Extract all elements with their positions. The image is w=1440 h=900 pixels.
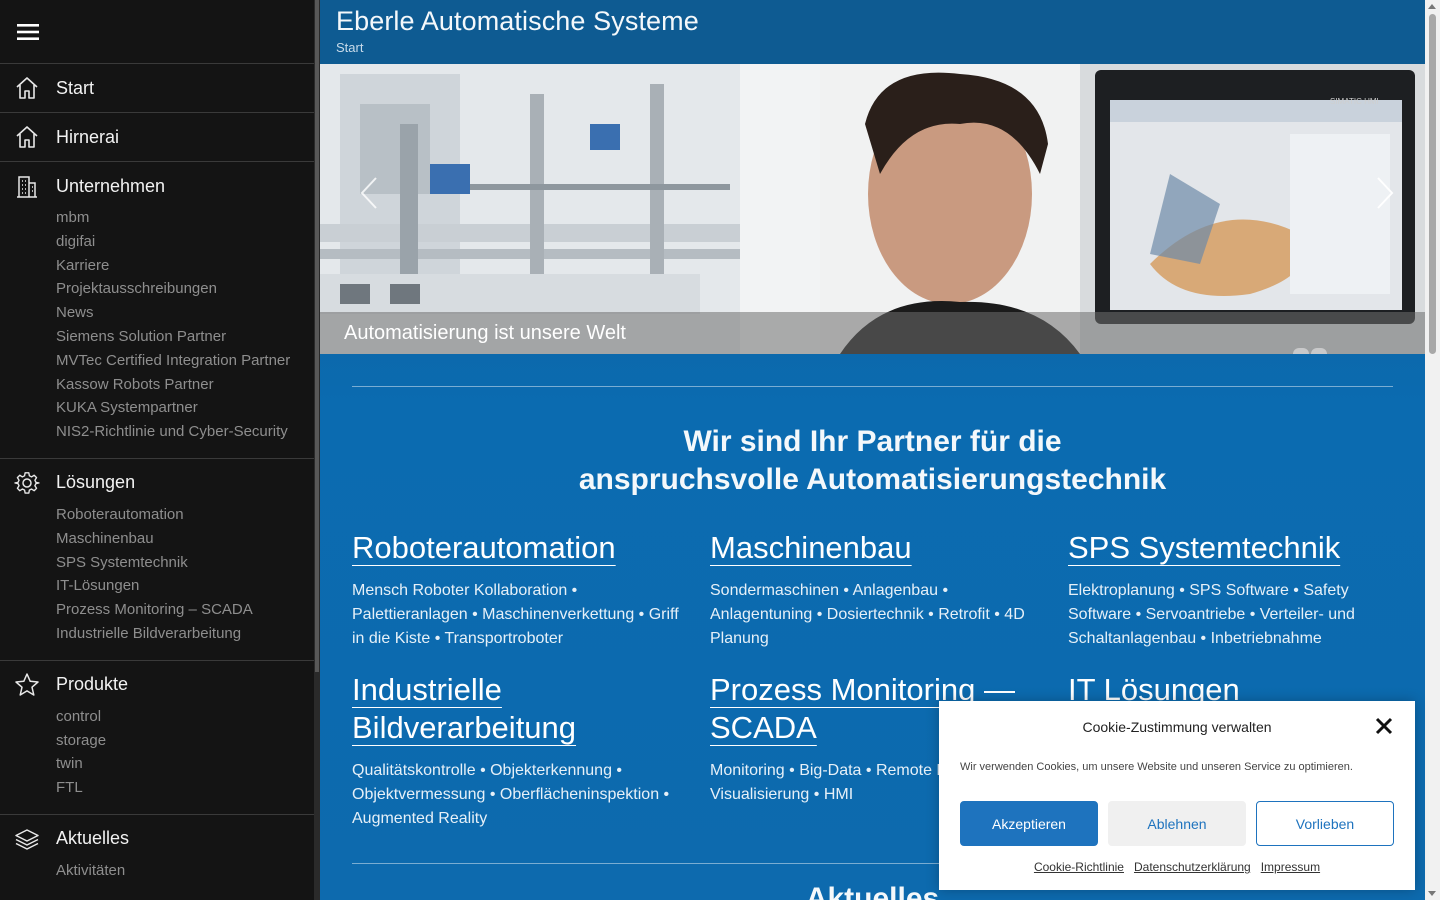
- subnav-item[interactable]: Aktivitäten: [56, 859, 320, 883]
- nav-section-unternehmen: Unternehmen mbm digifai Karriere Projekt…: [0, 162, 320, 459]
- page-scrollbar-thumb[interactable]: [1429, 14, 1436, 354]
- subnav-item[interactable]: News: [56, 301, 320, 325]
- nav-section-loesungen: Lösungen Roboterautomation Maschinenbau …: [0, 459, 320, 661]
- solution-card-title[interactable]: Industrielle Bildverarbeitung: [352, 672, 576, 745]
- solution-card-text: Qualitätskontrolle • Objekterkennung • O…: [352, 762, 670, 827]
- subnav-item[interactable]: Siemens Solution Partner: [56, 325, 320, 349]
- subnav-item[interactable]: SPS Systemtechnik: [56, 551, 320, 575]
- sidebar: Start Hirnerai Unternehmen mbm digifai K…: [0, 0, 320, 900]
- subnav-item[interactable]: MVTec Certified Integration Partner: [56, 349, 320, 373]
- menu-toggle-button[interactable]: [0, 0, 320, 64]
- cookie-links: Cookie-Richtlinie Datenschutzerklärung I…: [960, 860, 1394, 874]
- page-header: Eberle Automatische Systeme Start: [320, 0, 1425, 64]
- solution-card-title[interactable]: Maschinenbau: [710, 530, 912, 565]
- slider-dots: [1293, 348, 1327, 354]
- close-button[interactable]: [1375, 717, 1393, 735]
- privacy-policy-link[interactable]: Datenschutzerklärung: [1134, 860, 1251, 874]
- solution-card-title[interactable]: Roboterautomation: [352, 530, 616, 565]
- subnav-loesungen: Roboterautomation Maschinenbau SPS Syste…: [0, 503, 320, 660]
- subnav-item[interactable]: Karriere: [56, 254, 320, 278]
- nav-section-start: Start: [0, 64, 320, 113]
- cookie-consent-dialog: Cookie-Zustimmung verwalten Wir verwende…: [939, 701, 1415, 890]
- slider-next-button[interactable]: [1372, 176, 1396, 210]
- subnav-item[interactable]: Prozess Monitoring – SCADA: [56, 598, 320, 622]
- subnav-item[interactable]: FTL: [56, 776, 320, 800]
- subnav-item[interactable]: twin: [56, 752, 320, 776]
- subnav-item[interactable]: Maschinenbau: [56, 527, 320, 551]
- subnav-item[interactable]: mbm: [56, 206, 320, 230]
- gear-icon: [0, 470, 56, 496]
- close-icon: [1375, 717, 1393, 735]
- breadcrumb[interactable]: Start: [336, 40, 1409, 55]
- subnav-item[interactable]: control: [56, 705, 320, 729]
- solution-card: SPS Systemtechnik Elektroplanung • SPS S…: [1068, 529, 1394, 651]
- subnav-item[interactable]: Projektausschreibungen: [56, 277, 320, 301]
- nav-item-label: Hirnerai: [56, 126, 120, 147]
- nav-item-label: Aktuelles: [56, 828, 130, 849]
- hero-slider: SIMATIC HMI Automatisierung ist unsere W…: [320, 64, 1425, 354]
- cookie-dialog-text: Wir verwenden Cookies, um unsere Website…: [960, 761, 1353, 773]
- nav-item-label: Start: [56, 77, 95, 98]
- slider-dot[interactable]: [1293, 348, 1309, 354]
- nav-item-unternehmen[interactable]: Unternehmen: [0, 162, 320, 210]
- subnav-item[interactable]: Roboterautomation: [56, 503, 320, 527]
- home-icon: [0, 124, 56, 150]
- nav-section-aktuelles: Aktuelles Aktivitäten: [0, 815, 320, 897]
- site-title[interactable]: Eberle Automatische Systeme: [336, 4, 1409, 38]
- nav-section-produkte: Produkte control storage twin FTL: [0, 661, 320, 815]
- subnav-produkte: control storage twin FTL: [0, 705, 320, 814]
- deny-button[interactable]: Ablehnen: [1108, 801, 1246, 846]
- solution-card-text: Sondermaschinen • Anlagenbau • Anlagentu…: [710, 582, 1025, 647]
- scroll-down-icon[interactable]: [1428, 891, 1436, 896]
- nav-item-start[interactable]: Start: [0, 64, 320, 112]
- layers-icon: [0, 826, 56, 852]
- subnav-item[interactable]: digifai: [56, 230, 320, 254]
- subnav-aktuelles: Aktivitäten: [0, 859, 320, 897]
- nav-section-hirnerai: Hirnerai: [0, 113, 320, 162]
- subnav-item[interactable]: IT-Lösungen: [56, 574, 320, 598]
- cookie-buttons: Akzeptieren Ablehnen Vorlieben: [960, 801, 1394, 846]
- slider-caption: Automatisierung ist unsere Welt: [320, 312, 1425, 354]
- chevron-left-icon: [360, 177, 377, 209]
- solution-card-title[interactable]: SPS Systemtechnik: [1068, 530, 1340, 565]
- subnav-item[interactable]: NIS2-Richtlinie und Cyber-Security: [56, 420, 320, 444]
- hamburger-icon: [17, 23, 39, 40]
- hero-image: SIMATIC HMI: [320, 64, 1425, 354]
- building-icon: [0, 173, 56, 199]
- accept-button[interactable]: Akzeptieren: [960, 801, 1098, 846]
- star-icon: [0, 672, 56, 698]
- nav-item-label: Unternehmen: [56, 175, 166, 196]
- subnav-item[interactable]: KUKA Systempartner: [56, 396, 320, 420]
- subnav-item[interactable]: Industrielle Bildverarbeitung: [56, 622, 320, 646]
- section-headline: Wir sind Ihr Partner für die anspruchsvo…: [578, 425, 1167, 496]
- screen-brand-label: SIMATIC HMI: [1330, 97, 1379, 106]
- solution-card-text: Mensch Roboter Kollaboration • Palettier…: [352, 582, 679, 647]
- preferences-button[interactable]: Vorlieben: [1256, 801, 1394, 846]
- nav-item-hirnerai[interactable]: Hirnerai: [0, 113, 320, 161]
- nav-item-label: Produkte: [56, 674, 129, 695]
- home-icon: [0, 75, 56, 101]
- cookie-dialog-title: Cookie-Zustimmung verwalten: [1082, 719, 1272, 735]
- page-scrollbar[interactable]: [1425, 0, 1440, 900]
- cookie-policy-link[interactable]: Cookie-Richtlinie: [1034, 860, 1124, 874]
- subnav-unternehmen: mbm digifai Karriere Projektausschreibun…: [0, 206, 320, 458]
- divider: [352, 386, 1393, 387]
- solution-card: Industrielle Bildverarbeitung Qualitätsk…: [352, 671, 710, 831]
- sidebar-scrollbar-thumb[interactable]: [315, 0, 319, 672]
- nav-item-produkte[interactable]: Produkte: [0, 661, 320, 709]
- chevron-right-icon: [1377, 177, 1394, 209]
- imprint-link[interactable]: Impressum: [1261, 860, 1320, 874]
- subnav-item[interactable]: storage: [56, 729, 320, 753]
- nav-item-label: Lösungen: [56, 472, 136, 493]
- subnav-item[interactable]: Kassow Robots Partner: [56, 373, 320, 397]
- scroll-up-icon[interactable]: [1428, 4, 1436, 9]
- nav-item-aktuelles[interactable]: Aktuelles: [0, 815, 320, 863]
- slider-prev-button[interactable]: [358, 176, 382, 210]
- nav-item-loesungen[interactable]: Lösungen: [0, 459, 320, 507]
- solution-card: Roboterautomation Mensch Roboter Kollabo…: [352, 529, 710, 651]
- solution-card-text: Elektroplanung • SPS Software • Safety S…: [1068, 582, 1355, 647]
- solution-card: Maschinenbau Sondermaschinen • Anlagenba…: [710, 529, 1068, 651]
- slider-dot[interactable]: [1311, 348, 1327, 354]
